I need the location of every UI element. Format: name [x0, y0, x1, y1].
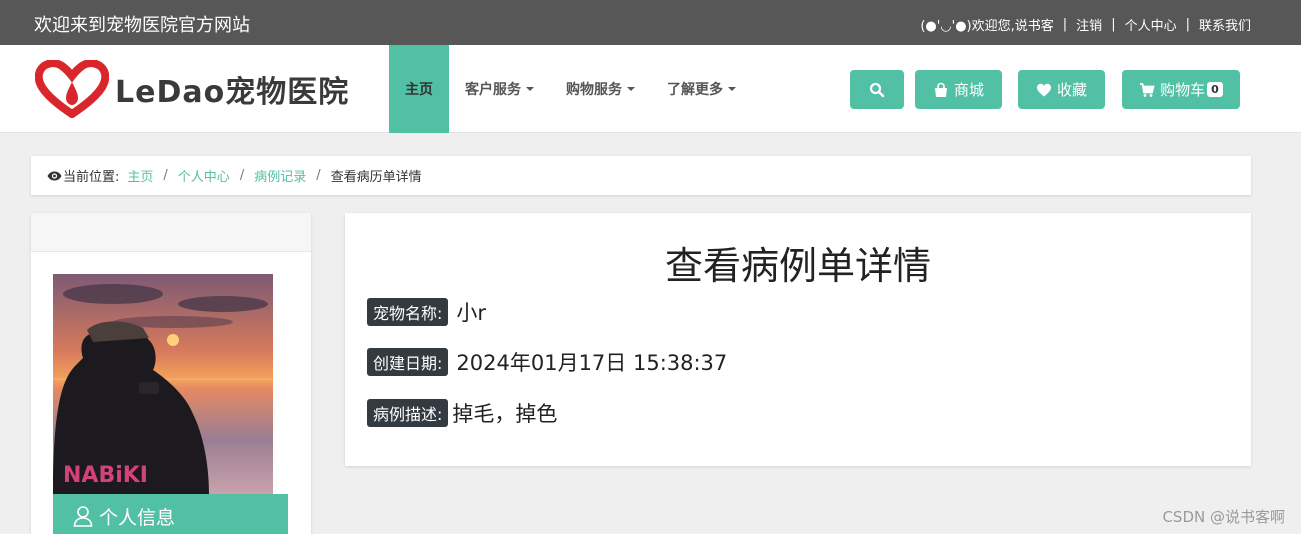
welcome-text: 欢迎来到宠物医院官方网站	[34, 15, 250, 36]
logo-text: LeDao宠物医院	[115, 75, 350, 110]
cart-button[interactable]: 购物车 0	[1122, 70, 1240, 109]
menu-item-learn-more[interactable]: 了解更多	[651, 45, 752, 133]
case-description-row: 病例描述: 掉毛，掉色	[367, 398, 557, 428]
separator: |	[1062, 17, 1068, 32]
bag-icon	[934, 82, 947, 97]
menu-item-shopping-service[interactable]: 购物服务	[550, 45, 651, 133]
breadcrumb-home[interactable]: 主页	[127, 166, 153, 185]
cart-icon	[1140, 82, 1155, 97]
personal-info-label: 个人信息	[99, 506, 176, 529]
breadcrumb-case-records[interactable]: 病例记录	[254, 166, 306, 185]
user-icon	[73, 506, 93, 527]
chevron-down-icon	[728, 87, 736, 91]
sidebar-panel: NABiKI 个人信息	[31, 213, 311, 534]
breadcrumb-personal-center[interactable]: 个人中心	[178, 166, 230, 185]
favorites-label: 收藏	[1056, 81, 1087, 99]
menu-label: 客户服务	[465, 82, 521, 98]
pet-name-label: 宠物名称:	[367, 298, 449, 326]
favorites-button[interactable]: 收藏	[1018, 70, 1105, 109]
breadcrumb: 当前位置: 主页 / 个人中心 / 病例记录 / 查看病历单详情	[31, 156, 1251, 195]
search-button[interactable]	[850, 70, 904, 109]
mall-button[interactable]: 商城	[915, 70, 1002, 109]
logo[interactable]: LeDao宠物医院	[35, 60, 365, 118]
sidebar-panel-header	[31, 213, 311, 252]
separator: |	[1185, 17, 1190, 32]
personal-info-button[interactable]: 个人信息	[53, 494, 288, 534]
nav-bar: LeDao宠物医院 主页 客户服务 购物服务 了解更多 商城 收藏 购物车 0	[0, 45, 1301, 133]
cart-label: 购物车	[1160, 81, 1206, 99]
heart-logo-icon	[35, 60, 109, 118]
search-icon	[869, 82, 885, 97]
breadcrumb-separator: /	[316, 168, 321, 183]
created-date-row: 创建日期: 2024年01月17日 15:38:37	[367, 347, 727, 377]
mall-label: 商城	[953, 81, 984, 99]
pet-name-row: 宠物名称: 小r	[367, 297, 486, 327]
breadcrumb-separator: /	[239, 168, 245, 183]
breadcrumb-current: 查看病历单详情	[330, 170, 422, 185]
pet-name-value: 小r	[456, 301, 487, 325]
contact-link[interactable]: 联系我们	[1199, 15, 1251, 34]
logout-link[interactable]: 注销	[1076, 15, 1102, 34]
case-detail-card: 查看病例单详情 宠物名称: 小r 创建日期: 2024年01月17日 15:38…	[345, 213, 1251, 466]
menu-label: 主页	[405, 82, 433, 98]
eye-icon	[47, 171, 62, 180]
menu-label: 了解更多	[667, 82, 723, 98]
avatar: NABiKI	[53, 274, 273, 494]
top-bar: 欢迎来到宠物医院官方网站 (●'◡'●)欢迎您,说书客 | 注销 | 个人中心 …	[0, 0, 1301, 45]
chevron-down-icon	[627, 87, 635, 91]
svg-text:NABiKI: NABiKI	[63, 463, 148, 488]
separator: |	[1111, 17, 1116, 32]
menu-label: 购物服务	[566, 82, 622, 98]
case-description-label: 病例描述:	[367, 399, 449, 427]
heart-icon	[1036, 83, 1051, 96]
personal-center-link[interactable]: 个人中心	[1125, 15, 1177, 34]
created-date-label: 创建日期:	[367, 348, 449, 376]
chevron-down-icon	[526, 87, 534, 91]
created-date-value: 2024年01月17日 15:38:37	[456, 351, 728, 375]
page-title: 查看病例单详情	[664, 244, 931, 288]
main-menu: 主页 客户服务 购物服务 了解更多	[389, 45, 752, 133]
breadcrumb-label: 当前位置:	[63, 170, 120, 185]
top-links: (●'◡'●)欢迎您,说书客 | 注销 | 个人中心 | 联系我们	[920, 15, 1251, 34]
cart-count-badge: 0	[1207, 82, 1223, 97]
menu-item-customer-service[interactable]: 客户服务	[449, 45, 550, 133]
greeting-text: (●'◡'●)欢迎您,说书客	[920, 19, 1054, 34]
avatar-image: NABiKI	[53, 274, 273, 494]
breadcrumb-separator: /	[163, 168, 168, 183]
case-description-value: 掉毛，掉色	[452, 402, 558, 426]
watermark: CSDN @说书客啊	[1162, 508, 1285, 526]
menu-item-home[interactable]: 主页	[389, 45, 449, 133]
